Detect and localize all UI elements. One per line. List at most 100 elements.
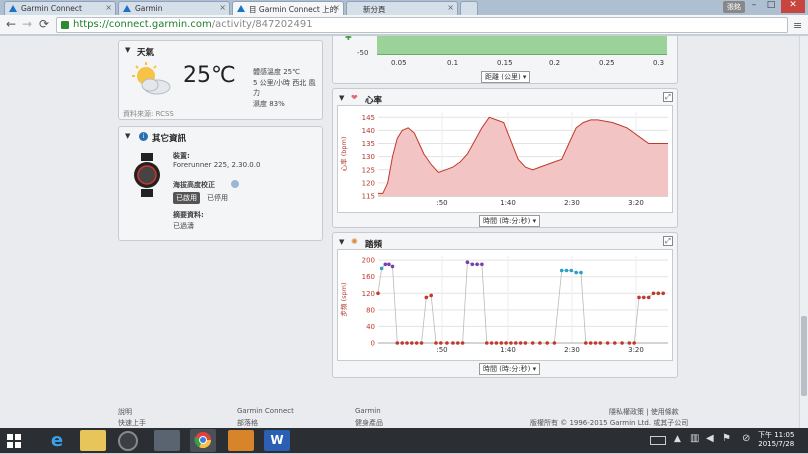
summary-value: 已過濤 (173, 222, 194, 230)
volume-icon[interactable]: ◀ (706, 433, 714, 444)
wind-text-cont: 力 (253, 89, 260, 97)
footer-garmin-link[interactable]: Garmin (355, 407, 381, 415)
back-arrow-icon[interactable]: ← (6, 17, 16, 31)
word-icon[interactable]: W (264, 430, 290, 451)
cadence-point (485, 341, 489, 345)
cadence-point (656, 291, 661, 296)
page-footer: 說明 快速上手 Garmin Connect 部落格 Garmin 健身產品 隱… (0, 404, 808, 428)
cadence-point (424, 295, 429, 300)
footer-garmin-connect-link[interactable]: Garmin Connect (237, 407, 294, 415)
collapse-caret-icon[interactable]: ▼ (339, 238, 344, 246)
weather-source: 資料來源: RCSS (123, 110, 174, 118)
cadence-point (475, 262, 479, 267)
y-tick-label: 80 (366, 306, 375, 314)
cadence-icon: ✺ (351, 237, 358, 246)
tab-garmin-connect[interactable]: Garmin Connect × (4, 1, 116, 15)
garmin-favicon-icon (237, 5, 245, 12)
url-scheme: https:// (73, 19, 109, 30)
heart-rate-panel: ▼ ❤ 心率 ⤢ 115 120 125 130 135 140 145:50 1:40 2:3… (332, 88, 678, 228)
collapse-caret-icon[interactable]: ▼ (125, 132, 130, 140)
distance-axis-select[interactable]: 距離 (公里) ▾ (481, 71, 531, 83)
altitude-enabled-button[interactable]: 已啟用 (173, 192, 200, 204)
y-axis-label: 步頻 (spm) (339, 283, 348, 317)
close-tab-icon[interactable]: × (219, 3, 226, 12)
cadence-point (390, 264, 395, 269)
x-tick-label: :50 (436, 199, 447, 207)
y-tick-label: 160 (362, 273, 375, 281)
puzzle-app-icon[interactable] (228, 430, 254, 451)
network-icon[interactable]: ▥ (690, 433, 699, 444)
cadence-point (387, 262, 391, 267)
close-tab-icon[interactable]: × (333, 3, 340, 12)
help-icon[interactable] (231, 180, 239, 188)
cadence-point (414, 341, 419, 345)
info-icon: i (139, 132, 148, 141)
footer-quickstart-link[interactable]: 快速上手 (118, 418, 146, 428)
tab-new-tab[interactable]: 新分頁 × (346, 1, 458, 15)
close-tab-icon[interactable]: × (447, 3, 454, 12)
cadence-point (514, 341, 518, 345)
browser-menu-icon[interactable]: ≡ (793, 19, 802, 32)
chrome-taskbar-button[interactable] (190, 429, 216, 452)
cadence-point (489, 341, 494, 345)
taskbar-clock[interactable]: 下午 11:05 2015/7/28 (758, 431, 794, 449)
collapse-caret-icon[interactable]: ▼ (125, 46, 130, 54)
scrollbar-thumb[interactable] (801, 316, 807, 396)
altitude-disabled-button[interactable]: 已停用 (207, 193, 228, 203)
cadence-point (456, 341, 460, 345)
tray-up-arrow-icon[interactable]: ▲ (674, 434, 681, 444)
heart-time-axis-select[interactable]: 時間 (時:分:秒) ▾ (479, 215, 541, 227)
tab-garmin[interactable]: Garmin × (118, 1, 230, 15)
cadence-point (538, 341, 542, 345)
window-close-icon[interactable]: ✕ (781, 0, 805, 13)
collapse-caret-icon[interactable]: ▼ (339, 94, 344, 102)
device-value: Forerunner 225, 2.30.0.0 (173, 161, 261, 169)
new-tab-button[interactable] (460, 1, 478, 15)
watch-device-icon (134, 153, 160, 197)
footer-privacy-link[interactable]: 隱私權政策 | 使用條款 (609, 407, 679, 417)
flag-icon[interactable]: ⚑ (722, 433, 731, 444)
page-scrollbar[interactable] (799, 36, 808, 428)
heart-icon: ❤ (351, 93, 358, 102)
user-badge[interactable]: 張銘 (723, 1, 745, 13)
file-explorer-icon[interactable] (80, 430, 106, 451)
heart-rate-chart-frame: 115 120 125 130 135 140 145:50 1:40 2:30 3:20 心率 (… (337, 105, 673, 213)
close-tab-icon[interactable]: × (105, 3, 112, 12)
maximize-icon[interactable]: □ (763, 0, 779, 13)
tab-activity[interactable]: 目 Garmin Connect 上的 × (232, 1, 344, 16)
distance-chart-area (377, 36, 667, 55)
minimize-icon[interactable]: – (746, 0, 762, 13)
footer-copyright: 版權所有 © 1996-2015 Garmin Ltd. 或其子公司 (530, 419, 689, 427)
cadence-point (395, 341, 400, 345)
cadence-point (574, 270, 578, 275)
y-tick-label: 135 (362, 140, 375, 148)
reload-icon[interactable]: ⟳ (39, 17, 49, 31)
internet-explorer-icon[interactable]: e (44, 430, 70, 451)
media-player-icon[interactable] (118, 431, 138, 451)
browser-toolbar: ← → ⟳ https://connect.garmin.com/activit… (0, 15, 808, 35)
expand-chart-icon[interactable]: ⤢ (663, 92, 673, 102)
cadence-point (552, 341, 557, 345)
expand-chart-icon[interactable]: ⤢ (663, 236, 673, 246)
cadence-point (494, 341, 499, 345)
x-tick-label: 3:20 (628, 346, 644, 354)
forward-arrow-icon[interactable]: → (22, 17, 32, 31)
cadence-point (637, 295, 641, 300)
x-tick-label: 0.3 (653, 59, 665, 67)
photo-app-icon[interactable] (154, 430, 180, 451)
other-info-panel: ▼ i 其它資訊 裝置: Forerunner 225, 2.30.0.0 海拔… (118, 126, 323, 241)
address-bar[interactable]: https://connect.garmin.com/activity/8472… (56, 17, 788, 33)
cadence-time-axis-select[interactable]: 時間 (時:分:秒) ▾ (479, 363, 541, 375)
footer-help-link[interactable]: 說明 (118, 407, 132, 417)
footer-blog-link[interactable]: 部落格 (237, 418, 258, 428)
footer-fitness-link[interactable]: 健身產品 (355, 418, 383, 428)
cadence-point (445, 341, 449, 345)
windows-start-icon[interactable] (7, 434, 21, 448)
keyboard-icon[interactable] (650, 436, 666, 445)
notification-icon[interactable]: ⊘ (742, 433, 750, 444)
x-tick-label: 0.15 (497, 59, 513, 67)
cadence-point (559, 268, 564, 273)
y-tick-label: 140 (362, 127, 375, 135)
x-tick-label: 3:20 (628, 199, 644, 207)
distance-chart-panel: -50 ✚ 0.05 0.1 0.15 0.2 0.25 0.3 距離 (公里)… (332, 36, 678, 84)
